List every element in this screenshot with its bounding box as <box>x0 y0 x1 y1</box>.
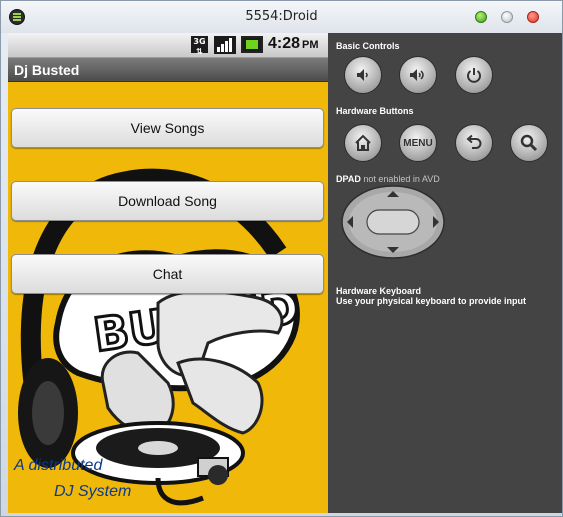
caption-line-2: DJ System <box>54 483 132 500</box>
battery-icon <box>241 36 263 53</box>
menu-button[interactable]: MENU <box>399 124 437 162</box>
chat-button[interactable]: Chat <box>11 254 324 294</box>
app-title: Dj Busted <box>14 62 80 78</box>
basic-controls-heading: Basic Controls <box>336 41 400 51</box>
hardware-keyboard-info: Hardware Keyboard Use your physical keyb… <box>336 286 526 306</box>
window-titlebar[interactable]: 5554:Droid <box>1 1 562 33</box>
search-icon <box>520 134 538 152</box>
device-screen: 3G⇅ 4:28PM Dj Busted BUSTED <box>8 33 328 513</box>
hardware-buttons-heading: Hardware Buttons <box>336 106 414 116</box>
dpad-control[interactable] <box>341 185 445 259</box>
power-icon <box>467 68 481 83</box>
search-button[interactable] <box>510 124 548 162</box>
status-clock: 4:28 PM <box>268 35 319 52</box>
volume-up-icon <box>410 69 424 81</box>
back-icon <box>466 134 482 149</box>
emulator-window: 5554:Droid 3G ⇅ 4:28 PM Dj Busted A dist… <box>0 0 563 517</box>
signal-icon <box>214 36 236 54</box>
back-button[interactable] <box>455 124 493 162</box>
3g-icon: 3G ⇅ <box>191 36 208 56</box>
menu-label: MENU <box>403 137 433 149</box>
emulator-controls-panel: Basic Controls Hardware Buttons MENU DPA… <box>328 33 562 513</box>
volume-down-icon <box>357 69 368 81</box>
close-button[interactable] <box>527 11 539 23</box>
hardware-keyboard-note: Use your physical keyboard to provide in… <box>336 296 527 306</box>
dpad-heading: DPAD not enabled in AVD <box>336 174 440 184</box>
caption-line-1: A distributed <box>14 457 103 474</box>
home-icon <box>355 134 371 151</box>
minimize-button[interactable] <box>501 11 513 23</box>
download-song-button[interactable]: Download Song <box>11 181 324 221</box>
volume-down-button[interactable] <box>344 56 382 94</box>
dpad-center-button <box>366 209 420 235</box>
view-songs-button[interactable]: View Songs <box>11 108 324 148</box>
app-titlebar: Dj Busted <box>8 58 328 82</box>
android-status-bar: 3G ⇅ 4:28 PM <box>8 33 328 58</box>
power-button[interactable] <box>455 56 493 94</box>
maximize-button[interactable] <box>475 11 487 23</box>
home-button[interactable] <box>344 124 382 162</box>
hardware-keyboard-heading: Hardware Keyboard <box>336 286 422 296</box>
volume-up-button[interactable] <box>399 56 437 94</box>
